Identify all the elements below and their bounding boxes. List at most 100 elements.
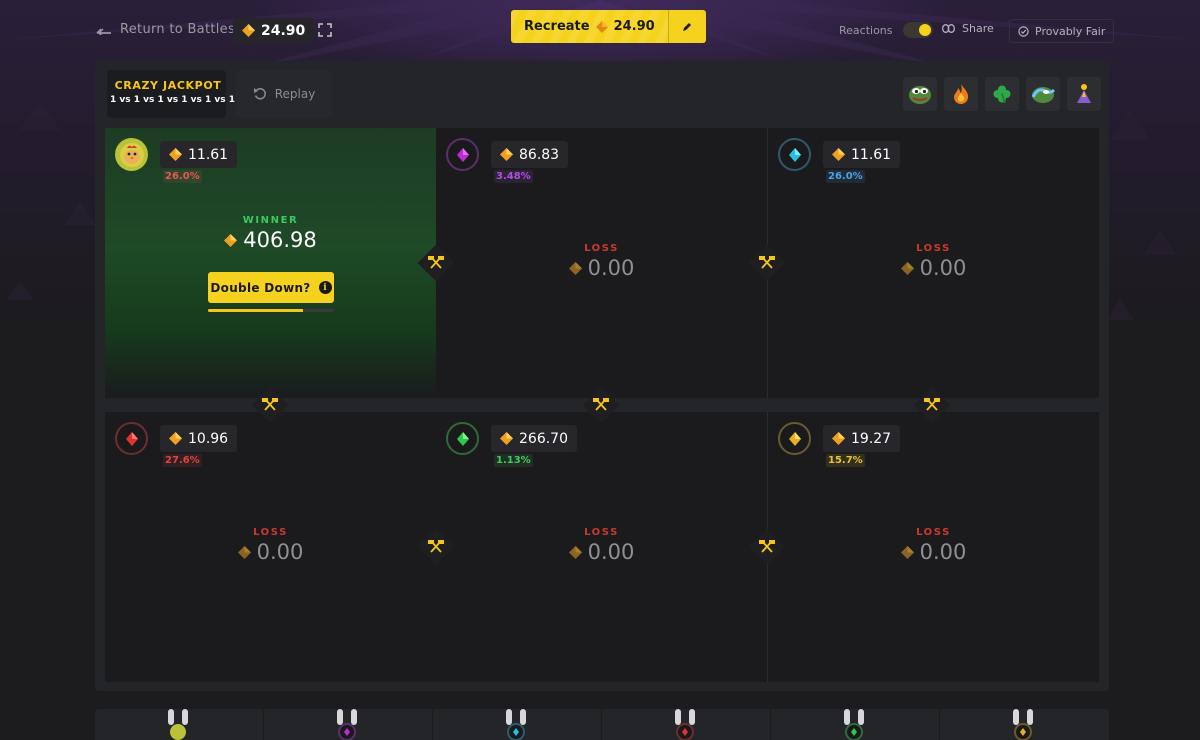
result-value: 0.00 — [436, 256, 767, 280]
result-block: LOSS 0.00 — [436, 527, 767, 564]
win-chance: 26.0% — [163, 170, 202, 183]
coin-icon — [169, 432, 182, 445]
reel-slot — [940, 709, 1109, 740]
battle-mode-title: CRAZY JACKPOT — [114, 79, 222, 92]
win-chance: 15.7% — [826, 454, 865, 467]
player-value: 266.70 — [491, 425, 577, 452]
edit-battle-button[interactable] — [667, 10, 706, 43]
pray-icon — [1077, 84, 1091, 103]
recreate-cost: 24.90 — [613, 19, 655, 34]
win-chance: 27.6% — [163, 454, 202, 467]
player-value-amount: 10.96 — [188, 430, 229, 447]
result-value: 0.00 — [105, 540, 436, 564]
double-down-label: Double Down? — [210, 280, 311, 295]
timer-fill — [208, 309, 303, 312]
double-down-button[interactable]: Double Down? i — [208, 272, 334, 303]
result-amount: 0.00 — [919, 540, 967, 564]
bunny-avatar-icon — [844, 709, 864, 740]
player-value-amount: 266.70 — [519, 430, 568, 447]
avatar[interactable] — [446, 422, 479, 455]
result-label: LOSS — [584, 243, 619, 254]
player-value-amount: 11.61 — [188, 146, 229, 163]
chicken-avatar-icon — [119, 142, 144, 167]
player-slot: 86.83 3.48% LOSS 0.00 — [436, 128, 767, 398]
reel-slot — [95, 709, 264, 740]
bunny-avatar-icon — [506, 709, 526, 740]
player-value: 86.83 — [491, 141, 569, 168]
battle-cost-badge: 24.90 — [233, 18, 315, 43]
coin-icon — [900, 261, 914, 275]
fire-emoji-button[interactable] — [944, 77, 978, 111]
share-button[interactable]: Share — [942, 22, 994, 35]
return-to-battles-link[interactable]: Return to Battles — [96, 22, 235, 37]
player-value-amount: 11.61 — [851, 146, 892, 163]
result-label: WINNER — [242, 215, 299, 226]
pray-emoji-button[interactable] — [1067, 77, 1101, 111]
player-slot: 10.96 27.6% LOSS 0.00 — [105, 412, 436, 682]
result-label: LOSS — [916, 243, 951, 254]
win-chance: 26.0% — [826, 170, 865, 183]
coin-icon — [568, 261, 582, 275]
coin-icon — [242, 24, 255, 37]
share-label: Share — [962, 22, 994, 35]
bunny-avatar-icon — [337, 709, 357, 740]
result-block: LOSS 0.00 — [768, 243, 1099, 280]
result-value: 0.00 — [768, 256, 1099, 280]
toggle-knob — [918, 24, 931, 36]
coin-icon — [568, 545, 582, 559]
reaction-emoji-bar — [903, 77, 1101, 111]
recreate-group: Recreate 24.90 — [511, 10, 706, 43]
avatar[interactable] — [778, 138, 811, 171]
bunny-avatar-icon — [168, 709, 188, 740]
fullscreen-icon[interactable] — [318, 23, 332, 37]
battle-cost-value: 24.90 — [261, 22, 306, 39]
replay-button[interactable]: Replay — [236, 70, 332, 118]
coin-icon — [224, 233, 238, 247]
reactions-toggle[interactable] — [902, 22, 933, 38]
result-block: LOSS 0.00 — [768, 527, 1099, 564]
wave-icon — [1031, 87, 1055, 103]
return-to-battles-label: Return to Battles — [120, 22, 236, 37]
battle-mode-badge: CRAZY JACKPOT 1 vs 1 vs 1 vs 1 vs 1 vs 1 — [107, 70, 235, 118]
fire-icon — [954, 84, 969, 104]
wave-emoji-button[interactable] — [1026, 77, 1060, 111]
coin-icon — [595, 20, 608, 33]
coin-icon — [169, 148, 182, 161]
pepe-icon — [909, 86, 931, 104]
result-amount: 0.00 — [919, 256, 967, 280]
avatar[interactable] — [115, 422, 148, 455]
gold-gem-icon — [788, 431, 801, 446]
case-reels-strip — [95, 709, 1109, 740]
avatar[interactable] — [446, 138, 479, 171]
player-value: 11.61 — [823, 141, 901, 168]
result-block: LOSS 0.00 — [105, 527, 436, 564]
result-block: WINNER 406.98 — [105, 215, 436, 252]
avatar[interactable] — [115, 138, 148, 171]
player-slot: 11.61 26.0% WINNER 406.98 Double Down? i — [105, 128, 436, 398]
result-amount: 0.00 — [587, 256, 635, 280]
purple-gem-icon — [456, 147, 469, 162]
provably-fair-button[interactable]: Provably Fair — [1009, 19, 1115, 43]
return-arrow-icon — [96, 28, 111, 35]
reel-slot — [602, 709, 771, 740]
avatar[interactable] — [778, 422, 811, 455]
provably-fair-label: Provably Fair — [1035, 24, 1106, 38]
player-slot: 11.61 26.0% LOSS 0.00 — [768, 128, 1099, 398]
coin-icon — [832, 432, 845, 445]
pepe-emoji-button[interactable] — [903, 77, 937, 111]
replay-icon — [253, 88, 266, 100]
result-value: 0.00 — [436, 540, 767, 564]
clover-emoji-button[interactable] — [985, 77, 1019, 111]
result-value: 0.00 — [768, 540, 1099, 564]
red-gem-icon — [125, 431, 138, 446]
reel-slot — [771, 709, 940, 740]
coin-icon — [500, 432, 513, 445]
link-icon — [942, 24, 955, 33]
check-circle-icon — [1018, 25, 1029, 37]
recreate-button[interactable]: Recreate 24.90 — [511, 10, 668, 43]
result-block: LOSS 0.00 — [436, 243, 767, 280]
player-value: 11.61 — [160, 141, 238, 168]
result-label: LOSS — [916, 527, 951, 538]
bunny-avatar-icon — [675, 709, 695, 740]
info-icon[interactable]: i — [318, 281, 332, 294]
